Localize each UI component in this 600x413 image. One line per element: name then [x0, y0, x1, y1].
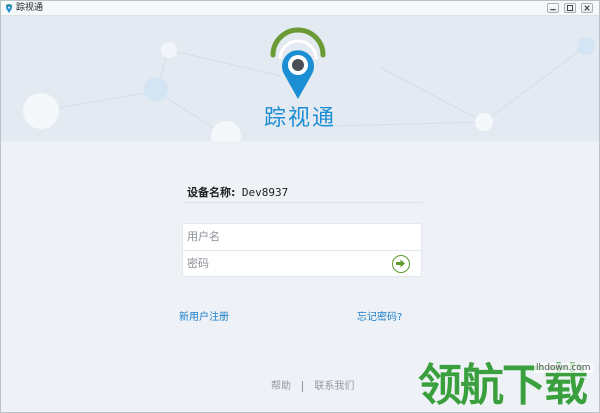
- window-title: 踪视通: [16, 3, 44, 13]
- title-bar[interactable]: 踪视通: [1, 1, 599, 16]
- watermark-text: 领航下载: [418, 360, 588, 411]
- minimize-button[interactable]: [547, 3, 559, 13]
- watermark-url: lhdown.com: [534, 363, 593, 373]
- login-form: [182, 223, 422, 277]
- minimize-icon: [550, 9, 556, 11]
- password-input[interactable]: [183, 251, 421, 277]
- divider: [182, 202, 423, 203]
- close-button[interactable]: [581, 3, 593, 13]
- location-pin-signal-icon: [270, 27, 326, 99]
- username-input[interactable]: [183, 224, 421, 250]
- watermark: 领航下载 lhdown.com: [418, 347, 599, 411]
- brand-name: 踪视通: [263, 106, 336, 131]
- header-banner: 踪视通: [1, 16, 599, 141]
- register-link[interactable]: 新用户注册: [179, 308, 229, 323]
- device-value: Dev8937: [241, 186, 289, 199]
- maximize-icon: [567, 5, 573, 11]
- help-link[interactable]: 帮助: [271, 381, 291, 392]
- app-window: 踪视通 踪视通 设备名称: Dev8937 用户名 新用户注册 忘记密码? 帮助…: [0, 0, 600, 413]
- device-label: 设备名称:: [187, 186, 236, 199]
- arrow-right-icon: [396, 259, 405, 268]
- app-icon: [5, 4, 13, 13]
- forgot-password-link[interactable]: 忘记密码?: [357, 308, 402, 323]
- device-info: 设备名称: Dev8937: [187, 184, 288, 200]
- login-submit-button[interactable]: [392, 255, 410, 273]
- footer-links: 帮助 联系我们: [271, 377, 354, 392]
- close-icon: [584, 5, 590, 11]
- footer-separator: [302, 380, 304, 392]
- maximize-button[interactable]: [564, 3, 576, 13]
- contact-link[interactable]: 联系我们: [314, 381, 354, 392]
